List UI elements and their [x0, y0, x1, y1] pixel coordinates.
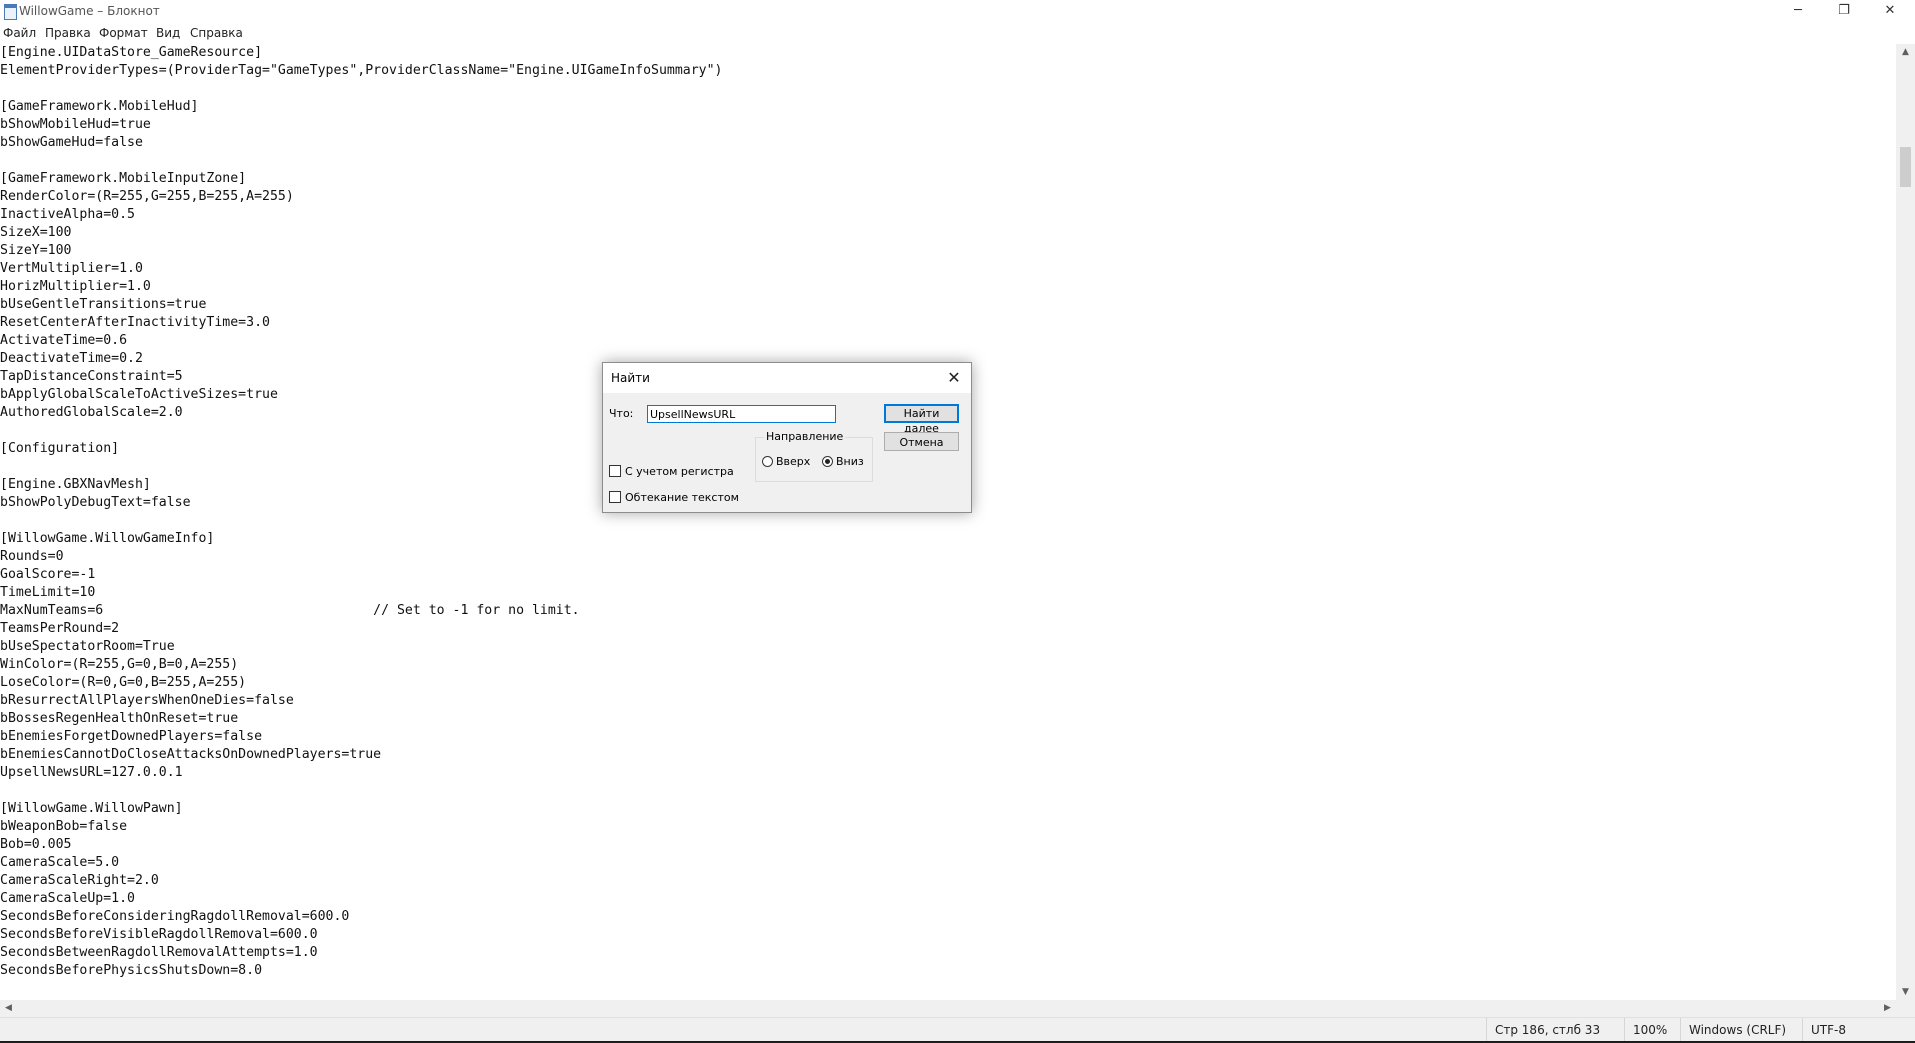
editor-line	[0, 152, 1896, 170]
vertical-scrollbar[interactable]: ▲ ▼	[1896, 44, 1915, 1000]
window-title: WillowGame – Блокнот	[19, 4, 160, 18]
cancel-button[interactable]: Отмена	[884, 432, 959, 451]
find-dialog-close-icon[interactable]: ✕	[943, 367, 965, 389]
editor-line	[0, 782, 1896, 800]
editor-line: [Engine.UIDataStore_GameResource]	[0, 45, 263, 60]
minimize-icon: ─	[1794, 3, 1802, 18]
editor-line	[0, 80, 1896, 98]
editor-line: [WillowGame.WillowPawn]	[0, 801, 183, 816]
scroll-down-icon[interactable]: ▼	[1896, 984, 1915, 1000]
editor-line: CameraScaleRight=2.0	[0, 873, 159, 888]
editor-line: CameraScaleUp=1.0	[0, 891, 135, 906]
editor-line: InactiveAlpha=0.5	[0, 207, 135, 222]
scroll-right-icon[interactable]: ▶	[1879, 1000, 1896, 1017]
title-bar: WillowGame – Блокнот ─ ❐ ✕	[0, 0, 1915, 24]
menu-format[interactable]: Формат	[99, 26, 148, 40]
menu-file[interactable]: Файл	[3, 26, 36, 40]
direction-group: Направление Вверх Вниз	[755, 430, 873, 482]
editor-line: UpsellNewsURL=127.0.0.1	[0, 765, 183, 780]
notepad-icon	[4, 4, 17, 20]
menu-help[interactable]: Справка	[190, 26, 243, 40]
find-what-input[interactable]	[647, 405, 836, 423]
horizontal-scrollbar[interactable]: ◀ ▶	[0, 1000, 1896, 1017]
editor-line: bUseGentleTransitions=true	[0, 297, 207, 312]
close-button[interactable]: ✕	[1867, 0, 1913, 24]
restore-icon: ❐	[1838, 3, 1850, 18]
editor-line: RenderColor=(R=255,G=255,B=255,A=255)	[0, 189, 294, 204]
editor-line: [WillowGame.WillowGameInfo]	[0, 531, 215, 546]
direction-label: Направление	[764, 430, 846, 443]
editor-line: SecondsBetweenRagdollRemovalAttempts=1.0	[0, 945, 318, 960]
restore-button[interactable]: ❐	[1821, 0, 1867, 24]
direction-up-label[interactable]: Вверх	[776, 455, 810, 468]
status-position: Стр 186, стлб 33	[1486, 1018, 1624, 1042]
editor-line: CameraScale=5.0	[0, 855, 120, 870]
editor-line: ActivateTime=0.6	[0, 333, 128, 348]
find-what-label: Что:	[609, 407, 634, 420]
scrollbar-corner	[1896, 1000, 1915, 1017]
editor-line: ResetCenterAfterInactivityTime=3.0	[0, 315, 270, 330]
vertical-scroll-thumb[interactable]	[1900, 147, 1911, 187]
editor-line: SecondsBeforePhysicsShutsDown=8.0	[0, 963, 263, 978]
editor-line: GoalScore=-1	[0, 567, 96, 582]
editor-line	[0, 512, 1896, 530]
editor-line: bShowGameHud=false	[0, 135, 143, 150]
editor-line: SecondsBeforeVisibleRagdollRemoval=600.0	[0, 927, 318, 942]
status-encoding: UTF-8	[1802, 1018, 1915, 1042]
wrap-around-label[interactable]: Обтекание текстом	[625, 491, 739, 504]
editor-line: HorizMultiplier=1.0	[0, 279, 151, 294]
editor-line: WinColor=(R=255,G=0,B=0,A=255)	[0, 657, 239, 672]
editor-line: SizeY=100	[0, 243, 72, 258]
direction-up-radio[interactable]	[762, 456, 773, 467]
find-dialog-title: Найти	[611, 371, 650, 385]
editor-line: TimeLimit=10	[0, 585, 96, 600]
status-line-endings: Windows (CRLF)	[1680, 1018, 1802, 1042]
direction-down-radio[interactable]	[822, 456, 833, 467]
match-case-checkbox[interactable]	[609, 465, 621, 477]
editor-line: bResurrectAllPlayersWhenOneDies=false	[0, 693, 294, 708]
direction-down-label[interactable]: Вниз	[836, 455, 864, 468]
find-dialog-titlebar: Найти ✕	[603, 363, 971, 393]
editor-line: SecondsBeforeConsideringRagdollRemoval=6…	[0, 909, 350, 924]
menu-edit[interactable]: Правка	[45, 26, 91, 40]
text-editor[interactable]: [Engine.UIDataStore_GameResource] Element…	[0, 44, 1896, 1000]
editor-line: bEnemiesCannotDoCloseAttacksOnDownedPlay…	[0, 747, 382, 762]
editor-line: bShowMobileHud=true	[0, 117, 151, 132]
editor-line: Bob=0.005	[0, 837, 72, 852]
editor-line: MaxNumTeams=6 // Set to -1 for no limit.	[0, 603, 580, 618]
status-bar: Стр 186, стлб 33 100% Windows (CRLF) UTF…	[0, 1017, 1915, 1042]
editor-line: bWeaponBob=false	[0, 819, 128, 834]
editor-line: bUseSpectatorRoom=True	[0, 639, 175, 654]
minimize-button[interactable]: ─	[1775, 0, 1821, 24]
editor-line: [GameFramework.MobileInputZone]	[0, 171, 247, 186]
status-zoom: 100%	[1624, 1018, 1680, 1042]
editor-line: Rounds=0	[0, 549, 64, 564]
menu-bar: Файл Правка Формат Вид Справка	[0, 24, 1915, 43]
wrap-around-checkbox[interactable]	[609, 491, 621, 503]
menu-view[interactable]: Вид	[156, 26, 180, 40]
find-next-button[interactable]: Найти далее	[884, 404, 959, 435]
close-icon: ✕	[1884, 3, 1896, 18]
editor-line: VertMultiplier=1.0	[0, 261, 143, 276]
find-dialog: Найти ✕ Что: Найти далее Отмена Направле…	[602, 362, 972, 513]
match-case-label[interactable]: С учетом регистра	[625, 465, 734, 478]
editor-line: LoseColor=(R=0,G=0,B=255,A=255)	[0, 675, 247, 690]
editor-line: bEnemiesForgetDownedPlayers=false	[0, 729, 263, 744]
editor-line: ElementProviderTypes=(ProviderTag="GameT…	[0, 63, 723, 78]
editor-line: TeamsPerRound=2	[0, 621, 120, 636]
editor-line: bBossesRegenHealthOnReset=true	[0, 711, 239, 726]
scroll-left-icon[interactable]: ◀	[0, 1000, 17, 1017]
scroll-up-icon[interactable]: ▲	[1896, 44, 1915, 60]
editor-line: SizeX=100	[0, 225, 72, 240]
editor-line: [GameFramework.MobileHud]	[0, 99, 199, 114]
